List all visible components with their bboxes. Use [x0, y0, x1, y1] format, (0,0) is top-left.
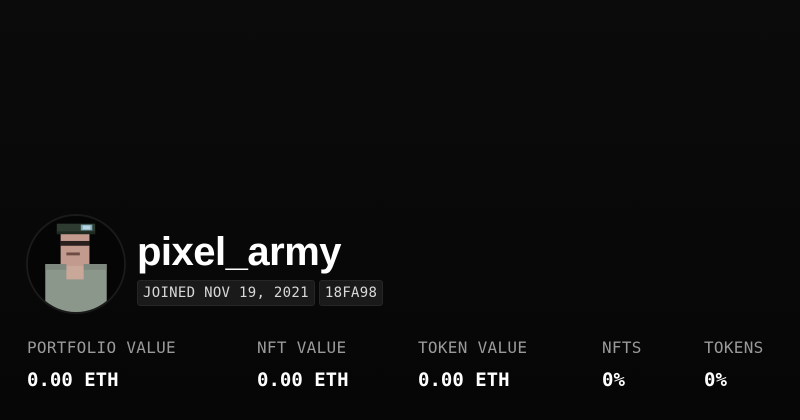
stat-value: 0%	[602, 369, 625, 391]
avatar[interactable]	[26, 214, 126, 314]
stat-value: 0%	[704, 369, 727, 391]
stat-label: PORTFOLIO VALUE	[27, 338, 176, 357]
profile-card: pixel_army JOINED NOV 19, 2021 18FA98 PO…	[0, 0, 800, 420]
address-tag[interactable]: 18FA98	[318, 280, 384, 306]
stat-label: NFTS	[602, 338, 642, 357]
pixel-soldier-avatar-icon	[28, 216, 124, 312]
stat-nft-value: NFT VALUE 0.00 ETH	[257, 338, 349, 392]
stat-value: 0.00 ETH	[257, 369, 349, 391]
stat-portfolio-value: PORTFOLIO VALUE 0.00 ETH	[27, 338, 176, 392]
stat-token-value: TOKEN VALUE 0.00 ETH	[418, 338, 527, 392]
stat-label: NFT VALUE	[257, 338, 347, 357]
stat-nfts: NFTS 0%	[602, 338, 642, 392]
stat-tokens: TOKENS 0%	[704, 338, 764, 392]
profile-meta: JOINED NOV 19, 2021 18FA98	[137, 280, 384, 306]
stat-value: 0.00 ETH	[418, 369, 510, 391]
stat-label: TOKENS	[704, 338, 764, 357]
joined-date-tag: JOINED NOV 19, 2021	[137, 280, 315, 306]
username: pixel_army	[137, 230, 342, 274]
stat-value: 0.00 ETH	[27, 369, 119, 391]
stat-label: TOKEN VALUE	[418, 338, 528, 357]
